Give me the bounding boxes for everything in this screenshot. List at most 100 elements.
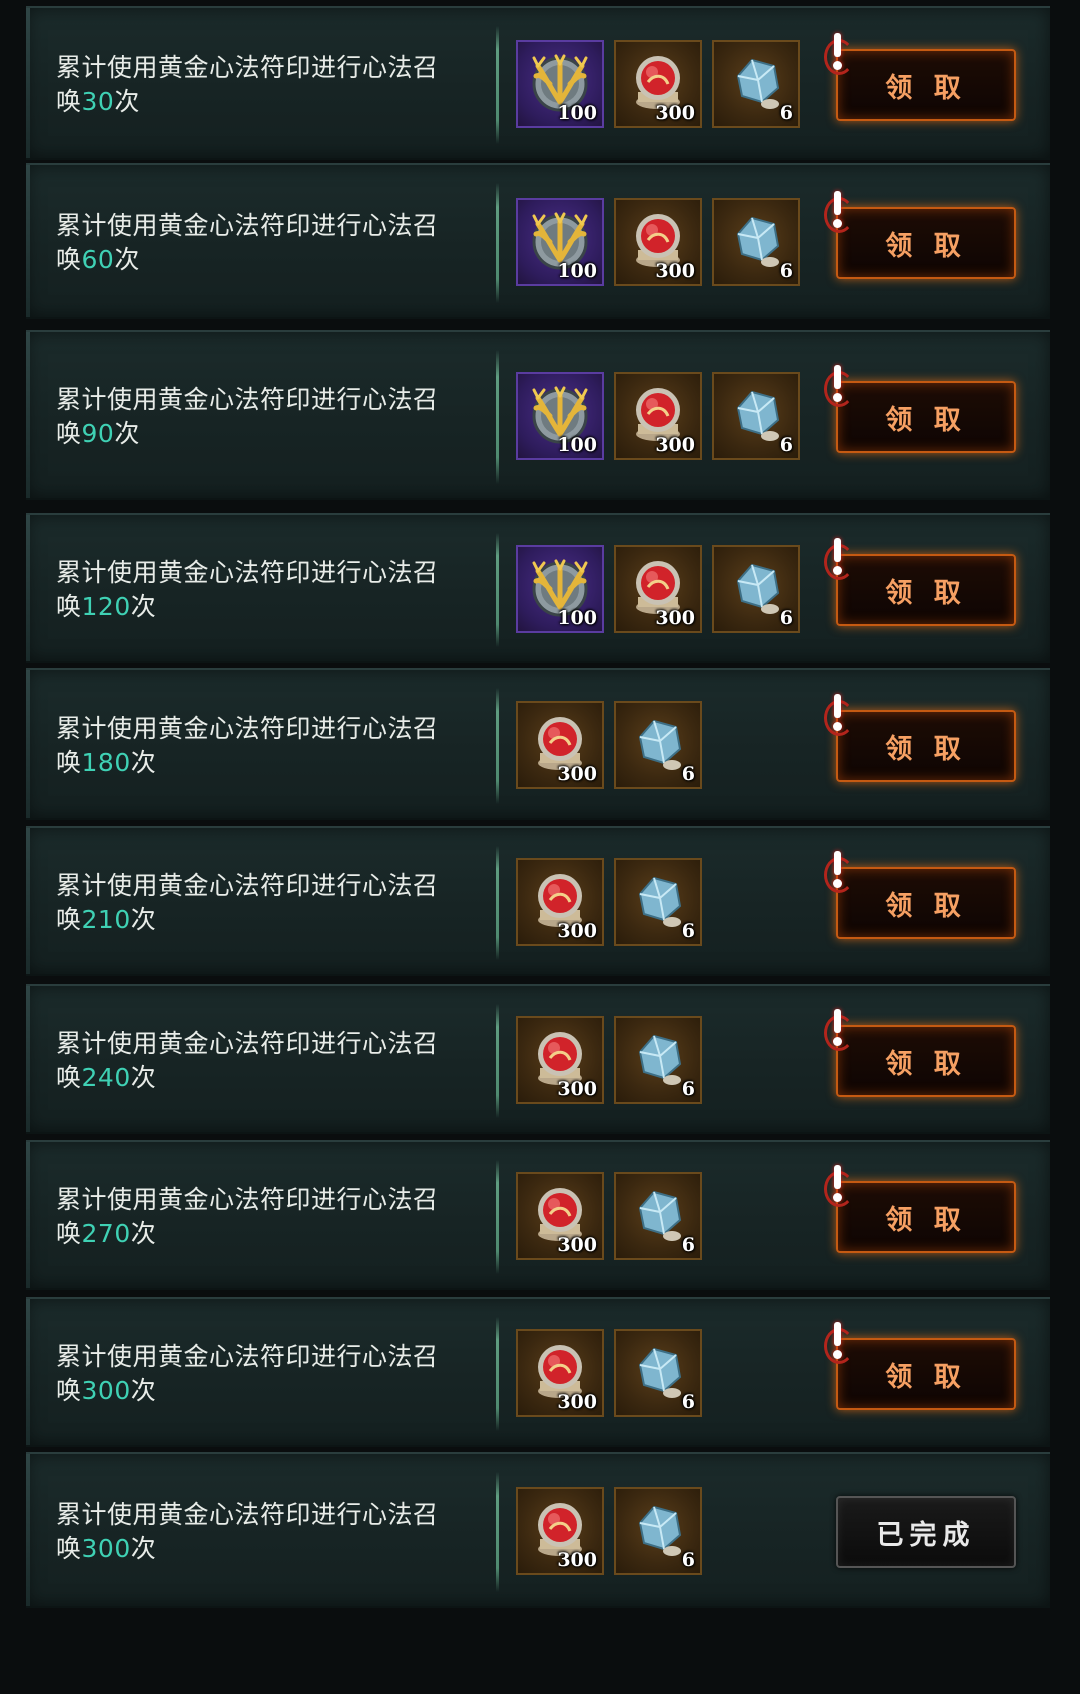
task-text: 累计使用黄金心法符印进行心法召 [56, 53, 439, 82]
alert-exclamation-icon [824, 851, 854, 893]
reward-items: 300 6 [516, 1172, 702, 1262]
task-text-tail: 唤 [56, 1219, 82, 1248]
row-divider [496, 533, 499, 647]
reward-slot[interactable]: 100 [516, 372, 604, 460]
reward-slot[interactable]: 100 [516, 40, 604, 128]
reward-quantity: 6 [681, 1549, 695, 1571]
claim-button[interactable]: 领 取 [836, 1338, 1016, 1410]
reward-quantity: 100 [557, 434, 597, 456]
completed-button[interactable]: 已完成 [836, 1496, 1016, 1568]
task-description: 累计使用黄金心法符印进行心法召 唤90次 [56, 383, 496, 451]
reward-slot[interactable]: 300 [614, 372, 702, 460]
task-row: 累计使用黄金心法符印进行心法召 唤30次 100 300 6 领 取 [26, 6, 1050, 160]
reward-slot[interactable]: 6 [614, 1487, 702, 1575]
row-divider [496, 1472, 499, 1592]
task-description: 累计使用黄金心法符印进行心法召 唤120次 [56, 556, 496, 624]
task-row: 累计使用黄金心法符印进行心法召 唤180次 300 6 领 取 [26, 668, 1050, 820]
reward-slot[interactable]: 6 [614, 1329, 702, 1417]
task-description: 累计使用黄金心法符印进行心法召 唤300次 [56, 1340, 496, 1408]
reward-slot[interactable]: 6 [712, 198, 800, 286]
task-text: 累计使用黄金心法符印进行心法召 [56, 714, 439, 743]
alert-exclamation-icon [824, 191, 854, 233]
task-text: 累计使用黄金心法符印进行心法召 [56, 385, 439, 414]
reward-items: 300 6 [516, 701, 702, 791]
reward-slot[interactable]: 100 [516, 545, 604, 633]
reward-quantity: 100 [557, 102, 597, 124]
reward-slot[interactable]: 300 [516, 701, 604, 789]
reward-slot[interactable]: 300 [614, 198, 702, 286]
reward-quantity: 6 [779, 102, 793, 124]
task-text-tail: 唤 [56, 592, 82, 621]
row-divider [496, 26, 499, 144]
row-divider [496, 350, 499, 484]
task-description: 累计使用黄金心法符印进行心法召 唤300次 [56, 1498, 496, 1566]
task-text-unit: 次 [130, 1534, 157, 1563]
task-text-unit: 次 [130, 1063, 157, 1092]
task-text-tail: 唤 [56, 1534, 82, 1563]
claim-button[interactable]: 领 取 [836, 554, 1016, 626]
task-target-count: 30 [81, 87, 115, 116]
reward-slot[interactable]: 300 [516, 1487, 604, 1575]
task-description: 累计使用黄金心法符印进行心法召 唤60次 [56, 209, 496, 277]
task-text: 累计使用黄金心法符印进行心法召 [56, 211, 439, 240]
claim-button[interactable]: 领 取 [836, 381, 1016, 453]
task-target-count: 180 [81, 748, 131, 777]
reward-slot[interactable]: 6 [614, 858, 702, 946]
reward-slot[interactable]: 100 [516, 198, 604, 286]
task-text-unit: 次 [114, 87, 140, 116]
reward-quantity: 6 [779, 260, 793, 282]
reward-quantity: 300 [557, 763, 597, 785]
task-text-unit: 次 [130, 592, 157, 621]
reward-quantity: 300 [557, 1234, 597, 1256]
claim-button[interactable]: 领 取 [836, 710, 1016, 782]
reward-slot[interactable]: 6 [614, 1172, 702, 1260]
reward-items: 100 300 6 [516, 372, 800, 462]
task-description: 累计使用黄金心法符印进行心法召 唤240次 [56, 1027, 496, 1095]
reward-quantity: 100 [557, 607, 597, 629]
task-reward-list: 累计使用黄金心法符印进行心法召 唤30次 100 300 6 领 取累计使用黄金心法符印进… [0, 0, 1080, 1694]
claim-button[interactable]: 领 取 [836, 1025, 1016, 1097]
task-target-count: 240 [81, 1063, 131, 1092]
reward-slot[interactable]: 300 [516, 1329, 604, 1417]
task-row: 累计使用黄金心法符印进行心法召 唤240次 300 6 领 取 [26, 984, 1050, 1134]
task-description: 累计使用黄金心法符印进行心法召 唤30次 [56, 51, 496, 119]
reward-slot[interactable]: 6 [712, 545, 800, 633]
reward-slot[interactable]: 6 [712, 40, 800, 128]
task-target-count: 210 [81, 905, 131, 934]
claim-button[interactable]: 领 取 [836, 867, 1016, 939]
alert-exclamation-icon [824, 33, 854, 75]
reward-slot[interactable]: 300 [614, 545, 702, 633]
task-text-tail: 唤 [56, 87, 82, 116]
task-text-unit: 次 [114, 245, 140, 274]
task-text-unit: 次 [114, 419, 140, 448]
reward-quantity: 300 [557, 920, 597, 942]
reward-items: 100 300 6 [516, 198, 800, 288]
task-text-tail: 唤 [56, 748, 82, 777]
row-divider [496, 183, 499, 303]
task-text-unit: 次 [130, 905, 157, 934]
reward-slot[interactable]: 300 [614, 40, 702, 128]
reward-slot[interactable]: 300 [516, 1016, 604, 1104]
claim-button[interactable]: 领 取 [836, 49, 1016, 121]
reward-slot[interactable]: 6 [712, 372, 800, 460]
task-text-tail: 唤 [56, 419, 82, 448]
reward-quantity: 6 [681, 1391, 695, 1413]
reward-slot[interactable]: 300 [516, 1172, 604, 1260]
reward-quantity: 6 [681, 920, 695, 942]
task-text-tail: 唤 [56, 245, 82, 274]
reward-items: 300 6 [516, 1016, 702, 1106]
claim-button[interactable]: 领 取 [836, 1181, 1016, 1253]
claim-button[interactable]: 领 取 [836, 207, 1016, 279]
reward-slot[interactable]: 6 [614, 1016, 702, 1104]
task-description: 累计使用黄金心法符印进行心法召 唤210次 [56, 869, 496, 937]
reward-quantity: 300 [655, 434, 695, 456]
reward-slot[interactable]: 6 [614, 701, 702, 789]
task-text: 累计使用黄金心法符印进行心法召 [56, 1185, 439, 1214]
task-row: 累计使用黄金心法符印进行心法召 唤120次 100 300 6 领 取 [26, 513, 1050, 663]
task-text: 累计使用黄金心法符印进行心法召 [56, 558, 439, 587]
reward-slot[interactable]: 300 [516, 858, 604, 946]
task-text: 累计使用黄金心法符印进行心法召 [56, 1342, 439, 1371]
task-row: 累计使用黄金心法符印进行心法召 唤210次 300 6 领 取 [26, 826, 1050, 976]
reward-quantity: 6 [681, 1078, 695, 1100]
reward-items: 100 300 6 [516, 40, 800, 130]
